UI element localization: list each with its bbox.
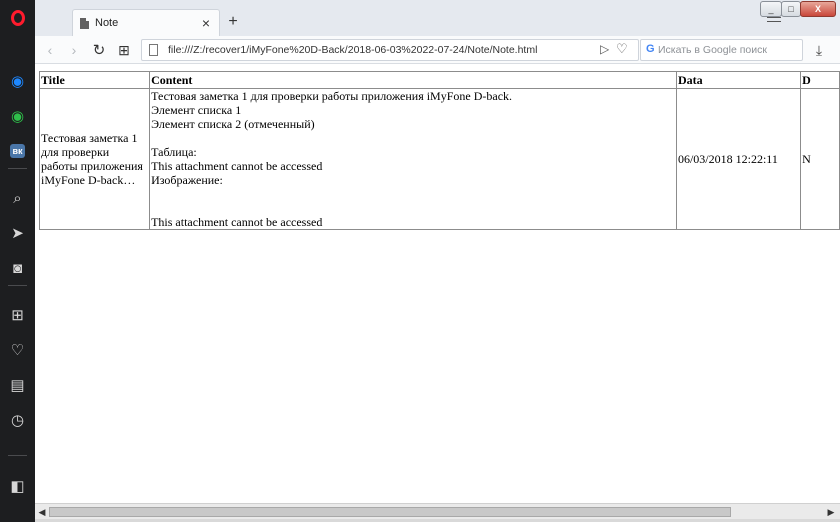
back-button[interactable]: ‹ (41, 41, 59, 59)
bookmark-heart-icon[interactable]: ♡ (616, 41, 628, 57)
history-button[interactable]: ◷ (0, 405, 35, 435)
cell-content: Тестовая заметка 1 для проверки работы п… (149, 88, 677, 230)
title-bar: Note × + (35, 0, 840, 36)
tab-close-icon[interactable]: × (199, 15, 213, 31)
close-window-button[interactable]: X (800, 1, 836, 17)
google-icon: G (646, 43, 655, 55)
whatsapp-button[interactable]: ◉ (0, 101, 35, 131)
address-bar[interactable]: file:///Z:/recover1/iMyFone%20D-Back/201… (141, 39, 639, 61)
content-line (151, 201, 675, 215)
cell-data: 06/03/2018 12:22:11 (675, 88, 802, 230)
vk-icon: вк (10, 144, 25, 158)
send-button[interactable]: ➤ (0, 218, 35, 248)
header-title: Title (38, 71, 151, 89)
search-field[interactable]: G Искать в Google поиск (640, 39, 803, 61)
content-line: This attachment cannot be accessed (151, 159, 323, 173)
messenger-icon: ◉ (10, 73, 25, 90)
search-placeholder: Искать в Google поиск (658, 44, 767, 56)
history-icon: ◷ (10, 412, 25, 429)
content-line (151, 187, 675, 201)
content-line: Элемент списка 2 (отмеченный) (151, 117, 315, 131)
table-header-row: Title Content Data D (38, 71, 840, 89)
page-icon (149, 44, 158, 56)
cell-d: N (800, 88, 840, 230)
sidebar-divider (8, 285, 27, 286)
header-content: Content (149, 71, 677, 89)
camera-icon: ◙ (12, 259, 23, 277)
sidebar-divider (8, 168, 27, 169)
heart-button[interactable]: ♡ (0, 335, 35, 365)
tab-note[interactable]: Note × (72, 9, 220, 36)
header-d: D (800, 71, 840, 89)
content-line: Изображение: (151, 173, 223, 187)
camera-button[interactable]: ◙ (0, 253, 35, 283)
content-line: Таблица: (151, 145, 197, 159)
opera-menu-button[interactable] (0, 3, 35, 33)
news-button[interactable]: ▤ (0, 370, 35, 400)
scroll-right-icon[interactable]: ▶ (825, 506, 837, 518)
minimize-button[interactable]: _ (760, 1, 782, 17)
content-line: Элемент списка 1 (151, 103, 242, 117)
note-table: Title Content Data D Тестовая заметка 1 … (38, 71, 840, 230)
search-button[interactable]: ⌕ (0, 183, 35, 213)
cell-title: Тестовая заметка 1 для проверки работы п… (38, 88, 151, 230)
document-icon (80, 17, 89, 29)
content-line (151, 131, 675, 145)
speed-dial-icon: ⊞ (11, 307, 24, 324)
content-line: This attachment cannot be accessed (151, 215, 323, 229)
heart-icon: ♡ (10, 342, 25, 359)
content-line: Тестовая заметка 1 для проверки работы п… (151, 89, 513, 103)
url-text[interactable]: file:///Z:/recover1/iMyFone%20D-Back/201… (168, 44, 537, 56)
horizontal-scrollbar[interactable]: ◀ ▶ (35, 503, 840, 519)
speed-dial-button[interactable]: ⊞ (115, 41, 133, 59)
speed-dial-button[interactable]: ⊞ (0, 300, 35, 330)
scrollbar-thumb[interactable] (49, 507, 731, 517)
maximize-button[interactable]: □ (781, 1, 801, 17)
send-icon[interactable]: ▷ (600, 42, 609, 56)
forward-button[interactable]: › (65, 41, 83, 59)
reload-button[interactable]: ↻ (90, 41, 108, 59)
sidebar: ◉ ◉ вк ⌕ ➤ ◙ ⊞ ♡ ▤ ◷ ◧ (0, 0, 35, 522)
table-row: Тестовая заметка 1 для проверки работы п… (38, 88, 840, 230)
sidebar-divider (8, 455, 27, 456)
search-icon: ⌕ (13, 189, 22, 207)
tab-title: Note (95, 17, 119, 29)
opera-logo-icon (10, 10, 25, 26)
messenger-button[interactable]: ◉ (0, 66, 35, 96)
sidebar-toggle-button[interactable]: ◧ (0, 471, 35, 501)
scroll-left-icon[interactable]: ◀ (36, 506, 48, 518)
whatsapp-icon: ◉ (10, 108, 25, 125)
header-data: Data (675, 71, 802, 89)
news-icon: ▤ (10, 377, 25, 394)
navigation-bar: ‹ › ↻ ⊞ file:///Z:/recover1/iMyFone%20D-… (35, 36, 840, 64)
sidebar-toggle-icon: ◧ (10, 478, 25, 495)
new-tab-button[interactable]: + (225, 13, 241, 31)
vk-button[interactable]: вк (0, 136, 35, 166)
download-icon[interactable]: ⤓ (809, 40, 829, 60)
page-content: Title Content Data D Тестовая заметка 1 … (35, 65, 840, 503)
send-icon: ➤ (11, 225, 24, 242)
